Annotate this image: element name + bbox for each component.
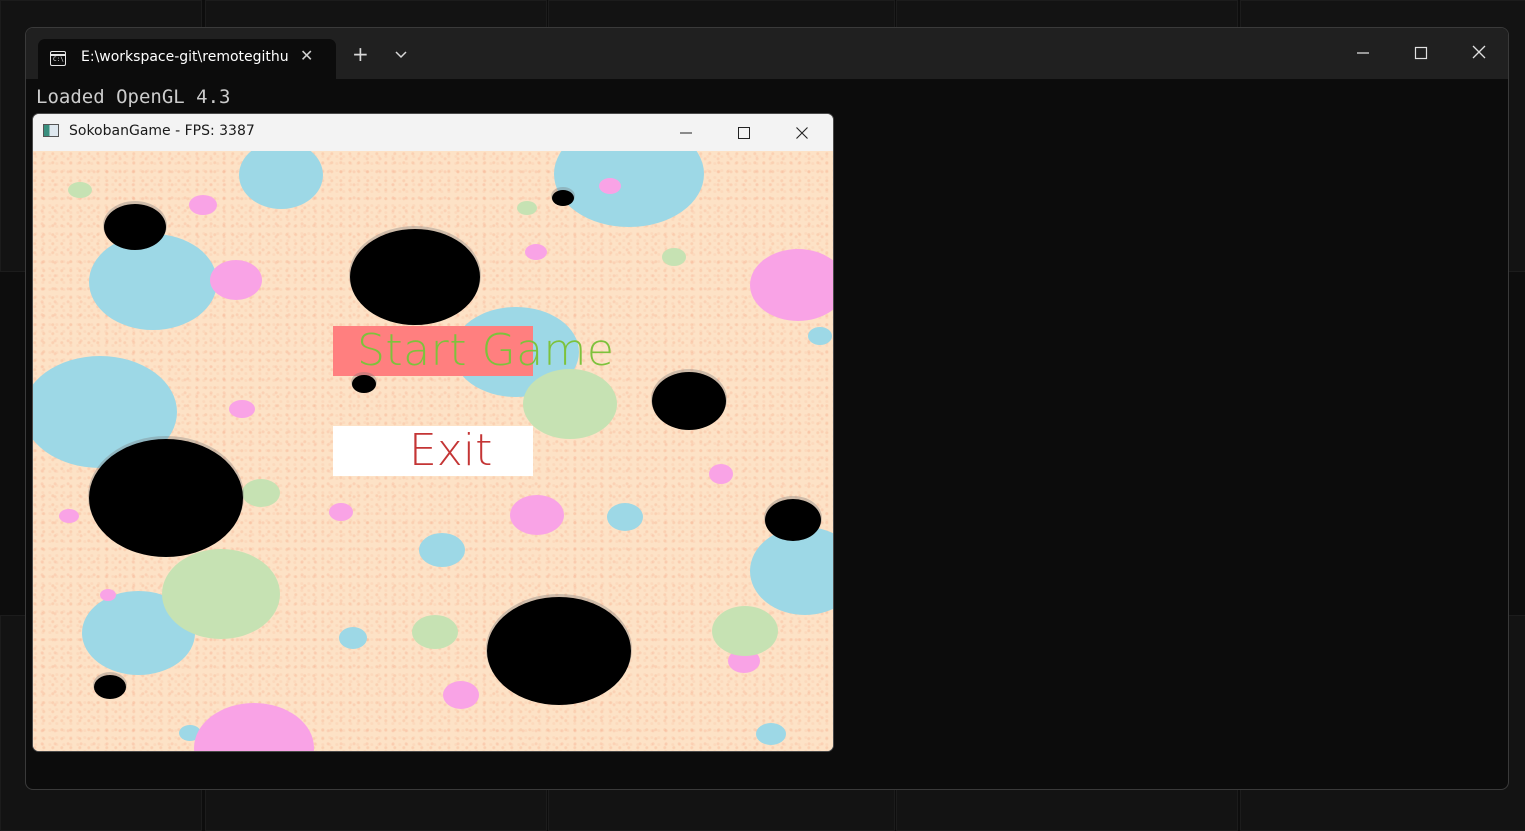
pink-dot	[709, 464, 733, 484]
green-dot	[523, 369, 617, 439]
pink-dot	[229, 400, 255, 418]
minimize-icon[interactable]	[1348, 40, 1378, 68]
exit-label: Exit	[409, 425, 493, 476]
close-tab-icon[interactable]: ✕	[300, 46, 313, 65]
close-window-icon[interactable]	[1464, 40, 1494, 68]
chevron-down-icon[interactable]	[391, 46, 411, 64]
black-hole	[487, 597, 631, 705]
pink-dot	[329, 503, 353, 521]
pink-dot	[100, 589, 116, 601]
green-dot	[517, 201, 537, 215]
pink-dot	[59, 509, 79, 523]
black-hole	[765, 499, 821, 541]
maximize-icon[interactable]	[1406, 40, 1436, 68]
pink-dot	[189, 195, 217, 215]
game-close-icon[interactable]	[782, 120, 822, 146]
green-dot	[162, 549, 280, 639]
game-maximize-icon[interactable]	[724, 120, 764, 146]
blue-dot	[607, 503, 643, 531]
blue-dot	[339, 627, 367, 649]
green-dot	[412, 615, 458, 649]
blue-dot	[89, 234, 217, 330]
green-dot	[242, 479, 280, 507]
black-hole	[552, 190, 574, 206]
command-prompt-icon: C:\	[50, 51, 66, 66]
black-hole	[350, 229, 480, 325]
new-tab-plus-icon[interactable]: +	[352, 44, 369, 64]
start-game-button[interactable]: Start Game	[333, 326, 614, 376]
terminal-tab[interactable]: C:\ E:\workspace-git\remotegithu ✕	[38, 39, 336, 79]
terminal-tab-bar: C:\ E:\workspace-git\remotegithu ✕ +	[26, 28, 1508, 79]
black-hole	[652, 372, 726, 430]
pink-dot	[525, 244, 547, 260]
black-hole	[94, 675, 126, 699]
black-hole	[352, 375, 376, 393]
black-hole	[104, 204, 166, 250]
app-window-icon	[43, 124, 59, 137]
green-dot	[712, 606, 778, 656]
game-minimize-icon[interactable]	[666, 120, 706, 146]
terminal-output-line: Loaded OpenGL 4.3	[36, 86, 231, 108]
blue-dot	[419, 533, 465, 567]
blue-dot	[808, 327, 832, 345]
game-window: SokobanGame - FPS: 3387 Start Game Exit	[33, 114, 833, 751]
command-prompt-icon-text: C:\	[53, 56, 64, 63]
pink-dot	[443, 681, 479, 709]
start-game-label: Start Game	[357, 325, 615, 376]
exit-button[interactable]: Exit	[333, 426, 533, 476]
pink-dot	[210, 260, 262, 300]
game-window-titlebar[interactable]: SokobanGame - FPS: 3387	[33, 114, 833, 151]
black-hole	[89, 439, 243, 557]
game-window-title: SokobanGame - FPS: 3387	[69, 123, 255, 139]
terminal-tab-title: E:\workspace-git\remotegithu	[81, 49, 289, 65]
green-dot	[68, 182, 92, 198]
blue-dot	[756, 723, 786, 745]
pink-dot	[510, 495, 564, 535]
pink-dot	[599, 178, 621, 194]
green-dot	[662, 248, 686, 266]
game-canvas[interactable]: Start Game Exit	[33, 151, 833, 751]
